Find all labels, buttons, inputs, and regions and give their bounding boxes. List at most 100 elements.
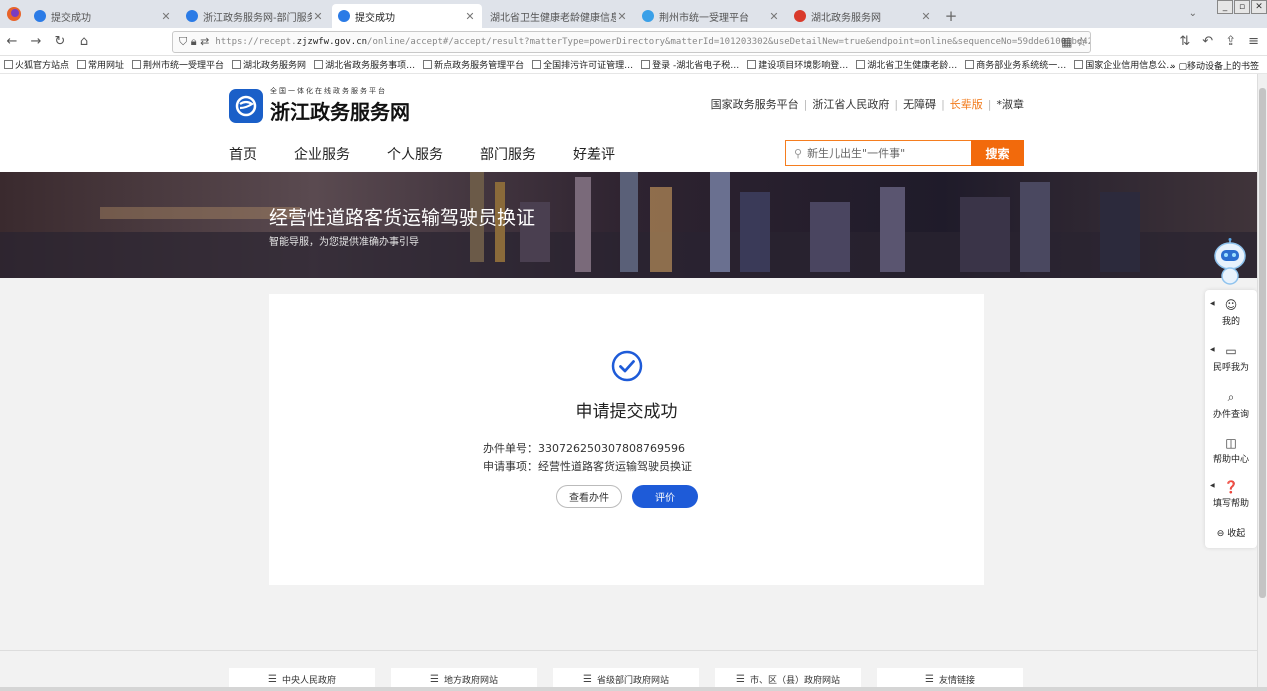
side-item-help[interactable]: ◫ 帮助中心 (1205, 436, 1257, 465)
chevron-down-icon[interactable]: ⌄ (1189, 8, 1197, 19)
link-accessibility[interactable]: 无障碍 (903, 96, 936, 112)
tab-3-active[interactable]: 提交成功 ✕ (332, 4, 482, 28)
tab-5[interactable]: 荆州市统一受理平台 ✕ (636, 4, 786, 28)
case-no-value: 330726250307808769596 (538, 442, 685, 455)
close-icon[interactable]: ✕ (312, 10, 324, 23)
list-icon: ☰ (583, 674, 592, 685)
side-item-mine[interactable]: ◀ ☺ 我的 (1205, 298, 1257, 327)
close-icon[interactable]: ✕ (464, 10, 476, 23)
new-tab-button[interactable]: + (940, 4, 962, 28)
nav-enterprise[interactable]: 企业服务 (294, 144, 350, 164)
site-logo[interactable]: 全国一体化在线政务服务平台 浙江政务服务网 (229, 86, 410, 125)
bookmark-item[interactable]: 全国排污许可证管理… (528, 58, 637, 71)
search-input[interactable]: ⚲ 新生儿出生"一件事" (785, 140, 971, 166)
bookmark-item[interactable]: 荆州市统一受理平台 (128, 58, 228, 71)
reload-icon[interactable]: ↻ (48, 34, 72, 49)
qr-star-icons[interactable]: ▦ ☆ (1061, 35, 1087, 49)
side-item-query[interactable]: ⌕ 办件查询 (1205, 390, 1257, 420)
footer-tab-label: 地方政府网站 (443, 676, 498, 686)
address-bar[interactable]: ⛉ 🔒︎ ⇄ https://recept. zjzwfw.gov.cn/onli… (172, 31, 1091, 53)
url-scheme: https://recept. (215, 37, 297, 47)
link-elder-version[interactable]: 长辈版 (950, 96, 983, 112)
side-label: 帮助中心 (1212, 455, 1249, 465)
page-scrollbar[interactable] (1257, 74, 1267, 691)
book-icon: ◫ (1225, 436, 1237, 450)
tab-title: 提交成功 (51, 12, 91, 24)
logo-subtitle: 全国一体化在线政务服务平台 (270, 87, 387, 95)
forward-arrow-icon[interactable]: → (24, 34, 48, 49)
toolbar-right: ⇅ ↶ ⇪ ≡ (1179, 34, 1259, 49)
taskbar-edge (0, 687, 1267, 691)
window-controls: _ ▫ ✕ (1216, 0, 1267, 14)
side-toolbar: ◀ ☺ 我的 ◀ ▭ 民呼我为 ⌕ 办件查询 ◫ 帮助中心 ◀ ❓ 填写帮助 ⊖ 收起 (1205, 290, 1257, 548)
url-domain: zjzwfw.gov.cn (296, 37, 368, 47)
site-search: ⚲ 新生儿出生"一件事" 搜索 (785, 140, 1024, 166)
footer-tab-label: 中央人民政府 (281, 676, 336, 686)
side-label: 我的 (1221, 317, 1240, 327)
side-item-feedback[interactable]: ◀ ▭ 民呼我为 (1205, 344, 1257, 373)
scrollbar-thumb[interactable] (1259, 88, 1266, 598)
link-provincial-gov[interactable]: 浙江省人民政府 (812, 96, 889, 112)
success-check-icon (611, 350, 643, 382)
banner-subtitle: 智能导服，为您提供准确办事引导 (269, 237, 419, 248)
logo-title: 浙江政务服务网 (270, 100, 410, 124)
close-icon[interactable]: ✕ (920, 10, 932, 23)
view-case-button[interactable]: 查看办件 (556, 485, 622, 508)
minimize-button[interactable]: _ (1217, 0, 1233, 14)
nav-personal[interactable]: 个人服务 (387, 144, 443, 164)
site-favicon-icon (186, 10, 198, 22)
tab-title: 提交成功 (355, 12, 395, 24)
undo-icon[interactable]: ↶ (1202, 34, 1213, 49)
bookmark-item[interactable]: 湖北省政务服务事项… (310, 58, 419, 71)
result-info: 办件单号：330726250307808769596 申请事项：经营性道路客货运… (483, 440, 692, 476)
bookmark-item[interactable]: 商务部业务系统统一… (961, 58, 1070, 71)
bookmark-item[interactable]: 火狐官方站点 (0, 58, 73, 71)
share-icon[interactable]: ⇪ (1225, 34, 1236, 49)
nav-home[interactable]: 首页 (229, 144, 257, 164)
top-links: 国家政务服务平台 | 浙江省人民政府 | 无障碍 | 长辈版 | *淑章 (710, 96, 1025, 112)
tab-2[interactable]: 浙江政务服务网-部门服务 ✕ (180, 4, 330, 28)
close-icon[interactable]: ✕ (616, 10, 628, 23)
close-icon[interactable]: ✕ (768, 10, 780, 23)
globe-icon (641, 60, 651, 69)
close-window-button[interactable]: ✕ (1251, 0, 1267, 14)
globe-icon (532, 60, 542, 69)
firefox-icon[interactable] (0, 0, 28, 28)
user-name-link[interactable]: *淑章 (997, 96, 1025, 112)
search-icon: ⚲ (794, 146, 803, 160)
close-icon[interactable]: ✕ (160, 10, 172, 23)
robot-assistant-icon[interactable] (1212, 238, 1248, 286)
rate-button[interactable]: 评价 (632, 485, 698, 508)
bookmark-item[interactable]: 建设项目环境影响登… (743, 58, 852, 71)
bookmark-item[interactable]: 登录 -湖北省电子税… (637, 58, 743, 71)
globe-icon (132, 60, 142, 69)
link-national-platform[interactable]: 国家政务服务平台 (711, 96, 799, 112)
side-label: 民呼我为 (1212, 363, 1249, 373)
nav-department[interactable]: 部门服务 (480, 144, 536, 164)
bookmark-item[interactable]: 新点政务服务管理平台 (419, 58, 528, 71)
footer-tab-label: 省级部门政府网站 (596, 676, 669, 686)
case-no-label: 办件单号： (483, 442, 538, 455)
maximize-button[interactable]: ▫ (1234, 0, 1250, 14)
extension-icon[interactable]: ⇅ (1179, 34, 1190, 49)
mobile-bookmarks[interactable]: » ▢移动设备上的书签 (1170, 59, 1259, 72)
home-icon[interactable]: ⌂ (72, 34, 96, 49)
main-nav: 首页 企业服务 个人服务 部门服务 好差评 (229, 144, 652, 164)
menu-icon[interactable]: ≡ (1248, 34, 1259, 49)
nav-evaluation[interactable]: 好差评 (573, 144, 615, 164)
bookmark-label: 商务部业务系统统一… (976, 61, 1067, 71)
bookmark-item[interactable]: 湖北省卫生健康老龄… (852, 58, 961, 71)
bookmark-item[interactable]: 湖北政务服务网 (228, 58, 310, 71)
search-button[interactable]: 搜索 (971, 140, 1024, 166)
bookmark-item[interactable]: 常用网址 (73, 58, 128, 71)
tab-4[interactable]: 湖北省卫生健康老龄健康信息管理✕ (484, 4, 634, 28)
tab-1[interactable]: 提交成功 ✕ (28, 4, 178, 28)
back-arrow-icon[interactable]: ← (0, 34, 24, 49)
bookmark-label: 登录 -湖北省电子税… (652, 61, 740, 71)
site-favicon-icon (34, 10, 46, 22)
bookmark-item[interactable]: 国家企业信用信息公… (1070, 58, 1179, 71)
list-icon: ☰ (925, 674, 934, 685)
tab-6[interactable]: 湖北政务服务网 ✕ (788, 4, 938, 28)
side-item-collapse[interactable]: ⊖ 收起 (1205, 526, 1257, 539)
side-item-fill-help[interactable]: ◀ ❓ 填写帮助 (1205, 480, 1257, 509)
